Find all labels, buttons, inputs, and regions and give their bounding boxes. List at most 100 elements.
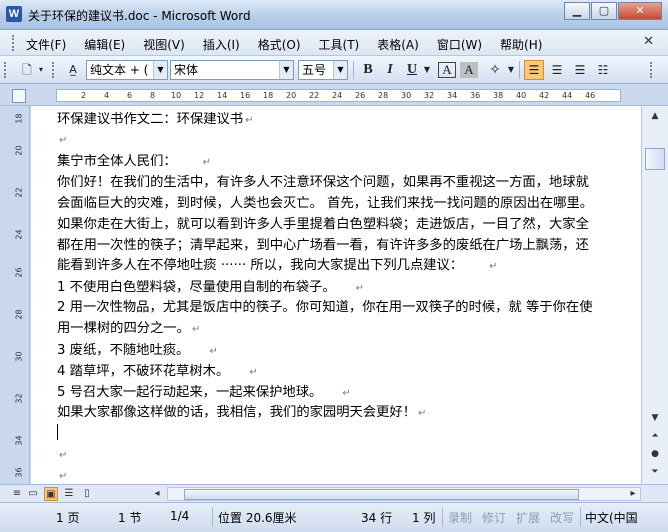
scroll-down-icon[interactable]: ▼ [645, 410, 665, 427]
doc-line: ↵ [57, 445, 619, 467]
justify-icon[interactable]: ☷ [594, 62, 612, 78]
vertical-scrollbar[interactable]: ▲ ▼ ⏶ ● ⏷ [641, 106, 668, 484]
status-divider [442, 507, 443, 527]
vruler-tick: 20 [14, 145, 24, 156]
ruler-tick: 36 [470, 91, 481, 100]
status-page-of: 1/4 [170, 509, 190, 523]
style-select[interactable]: 纯文本 + ( ▼ [86, 60, 168, 80]
ruler-tick: 30 [401, 91, 412, 100]
paragraph-mark-icon: ↵ [355, 283, 365, 294]
new-document-icon[interactable]: 🗋 [18, 62, 36, 78]
font-select[interactable]: 宋体 ▼ [170, 60, 294, 80]
bold-button[interactable]: B [359, 62, 377, 78]
doc-line: 你们好！在我们的生活中，有许多人不注意环保这个问题，如果再不重视这一方面，地球就 [57, 175, 589, 190]
ruler-tick: 38 [493, 91, 504, 100]
paragraph-mark-icon: ↵ [191, 324, 201, 335]
chevron-down-icon[interactable]: ▼ [279, 61, 293, 79]
vertical-scroll-thumb[interactable] [645, 148, 665, 170]
highlight-dropdown-icon[interactable]: ▼ [506, 62, 516, 78]
ruler-tick: 32 [424, 91, 435, 100]
ruler-tick: 16 [240, 91, 251, 100]
ruler-tick: 44 [562, 91, 573, 100]
word-app-icon[interactable]: W [6, 6, 22, 22]
paragraph-mark-icon: ↵ [202, 157, 212, 168]
menu-grip-icon[interactable] [12, 35, 15, 51]
menu-edit[interactable]: 编辑(E) [84, 36, 125, 53]
char-border-button[interactable]: A [438, 62, 456, 78]
style-select-value: 纯文本 + ( [90, 63, 149, 77]
doc-line: 用一棵树的四分之一。 ↵ [57, 321, 201, 336]
text-cursor [57, 424, 58, 440]
char-shading-button[interactable]: A [460, 62, 478, 78]
chevron-down-icon[interactable]: ▼ [153, 61, 167, 79]
toolbar-separator [353, 61, 354, 79]
menu-format[interactable]: 格式(O) [258, 36, 301, 53]
italic-button[interactable]: I [381, 62, 399, 78]
horizontal-scroll-thumb[interactable] [184, 489, 579, 500]
menu-window[interactable]: 窗口(W) [437, 36, 482, 53]
ruler-tick: 22 [309, 91, 320, 100]
ruler-tick: 42 [539, 91, 550, 100]
title-bar: W 关于环保的建议书.doc - Microsoft Word ▁ ▢ ✕ [0, 0, 668, 30]
status-trk[interactable]: 修订 [482, 509, 506, 526]
doc-line: 3 废纸，不随地吐痰。 ↵ [57, 343, 218, 358]
doc-line: 集宁市全体人民们： ↵ [57, 154, 212, 169]
scroll-right-icon[interactable]: ▸ [626, 487, 640, 501]
next-page-icon[interactable]: ⏷ [645, 464, 665, 481]
highlight-icon[interactable]: ✧ [484, 62, 506, 78]
vertical-ruler[interactable]: 18 20 22 24 26 28 30 32 34 36 [0, 106, 30, 484]
paragraph-mark-icon: ↵ [59, 450, 68, 461]
minimize-button[interactable]: ▁ [564, 2, 590, 20]
underline-button[interactable]: U [403, 62, 421, 78]
scroll-left-icon[interactable]: ◂ [150, 487, 164, 501]
outline-view-icon[interactable]: ☰ [62, 487, 76, 501]
ruler-tick: 6 [127, 91, 133, 100]
align-center-icon[interactable]: ☰ [548, 62, 566, 78]
menu-insert[interactable]: 插入(I) [203, 36, 240, 53]
window-title: 关于环保的建议书.doc - Microsoft Word [28, 9, 251, 23]
align-right-icon[interactable]: ☰ [571, 62, 589, 78]
doc-line: 会面临巨大的灾难，到时候，人类也会灭亡。 首先，让我们来找一找问题的原因出在哪里… [57, 196, 594, 211]
horizontal-scrollbar[interactable] [167, 487, 641, 501]
document-page[interactable]: 环保建议书作文二：环保建议书 ↵ ↵ 集宁市全体人民们： ↵ 你们好！在我们的生活中… [31, 106, 641, 484]
chevron-down-icon[interactable]: ▼ [333, 61, 347, 79]
menu-file[interactable]: 文件(F) [26, 36, 66, 53]
browse-object-icon[interactable]: ● [645, 446, 665, 463]
styles-pane-icon[interactable]: A̲ [62, 62, 84, 78]
status-line: 34 行 [361, 511, 393, 525]
toolbar-grip-icon[interactable] [4, 62, 7, 78]
status-divider [580, 507, 581, 527]
horizontal-bar: ≡ ▭ ▣ ☰ ▯ ◂ ▸ [0, 484, 668, 502]
scroll-up-icon[interactable]: ▲ [645, 108, 665, 125]
tab-selector-icon[interactable] [12, 89, 26, 103]
status-ovr[interactable]: 改写 [550, 509, 574, 526]
toolbar-grip-icon-3[interactable] [650, 62, 653, 78]
doc-line-cursor [57, 424, 619, 445]
prev-page-icon[interactable]: ⏶ [645, 428, 665, 445]
print-layout-view-icon[interactable]: ▣ [44, 487, 58, 501]
menu-tools[interactable]: 工具(T) [319, 36, 360, 53]
ruler-tick: 40 [516, 91, 527, 100]
status-page: 1 页 [56, 511, 80, 525]
menu-view[interactable]: 视图(V) [143, 36, 185, 53]
reading-layout-view-icon[interactable]: ▯ [80, 487, 94, 501]
align-left-icon[interactable]: ☰ [524, 60, 544, 80]
status-bar: 1 页 1 节 1/4 位置 20.6厘米 34 行 1 列 录制 修订 扩展 … [0, 502, 668, 532]
document-close-icon[interactable]: ✕ [643, 34, 654, 49]
ruler-track[interactable]: 2 4 6 8 10 12 14 16 18 20 22 24 26 28 30… [56, 89, 621, 102]
menu-help[interactable]: 帮助(H) [500, 36, 542, 53]
toolbar-grip-icon-2[interactable] [52, 62, 55, 78]
close-button[interactable]: ✕ [618, 2, 662, 20]
doc-line: 能看到许多人在不停地吐痰 ······ 所以，我向大家提出下列几点建议： ↵ [57, 258, 498, 273]
toolbar-options-icon[interactable]: ▾ [36, 62, 46, 78]
menu-table[interactable]: 表格(A) [377, 36, 419, 53]
status-ext[interactable]: 扩展 [516, 509, 540, 526]
maximize-button[interactable]: ▢ [591, 2, 617, 20]
ruler-tick: 10 [171, 91, 182, 100]
font-size-select[interactable]: 五号 ▼ [298, 60, 348, 80]
underline-dropdown-icon[interactable]: ▼ [421, 62, 433, 78]
normal-view-icon[interactable]: ≡ [10, 487, 24, 501]
status-rec[interactable]: 录制 [448, 509, 472, 526]
web-layout-view-icon[interactable]: ▭ [26, 487, 40, 501]
status-divider [212, 507, 213, 527]
